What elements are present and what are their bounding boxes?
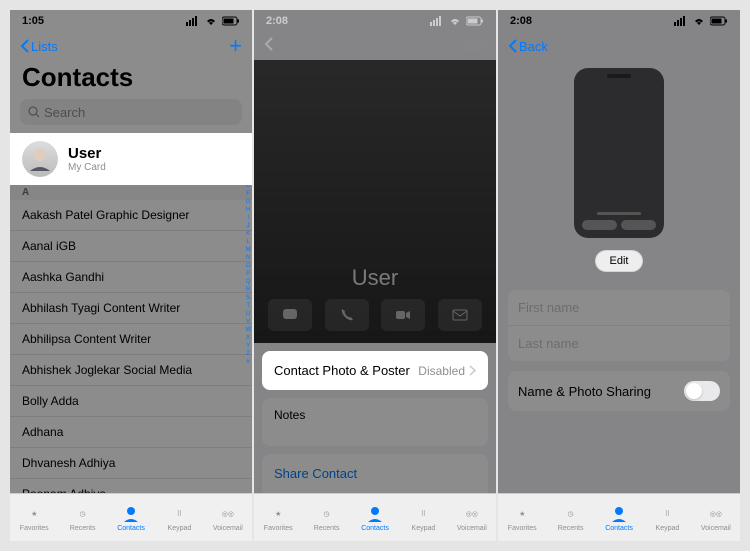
tab-favorites[interactable]: ★Favorites — [498, 494, 546, 541]
wifi-icon — [204, 16, 218, 26]
message-icon — [282, 307, 298, 323]
tab-contacts[interactable]: Contacts — [107, 494, 155, 541]
tab-recents[interactable]: ◷Recents — [302, 494, 350, 541]
tab-recents[interactable]: ◷Recents — [58, 494, 106, 541]
back-button[interactable]: Back — [508, 39, 548, 54]
edit-poster-button[interactable]: Edit — [595, 250, 644, 272]
status-indicators — [430, 16, 484, 26]
tab-favorites[interactable]: ★Favorites — [10, 494, 58, 541]
user-name: User — [68, 145, 106, 162]
notes-row[interactable]: Notes — [262, 398, 488, 446]
star-icon: ★ — [512, 504, 532, 524]
wifi-icon — [692, 16, 706, 26]
voicemail-icon: ◎◎ — [706, 504, 726, 524]
tab-voicemail[interactable]: ◎◎Voicemail — [448, 494, 496, 541]
voicemail-icon: ◎◎ — [218, 504, 238, 524]
voicemail-icon: ◎◎ — [462, 504, 482, 524]
star-icon: ★ — [268, 504, 288, 524]
back-button[interactable] — [264, 37, 273, 56]
contact-row[interactable]: Aanal iGB — [10, 231, 252, 262]
contact-row[interactable]: Poonam Adhiya — [10, 479, 252, 493]
contact-row[interactable]: Adhana — [10, 417, 252, 448]
contact-name: User — [352, 265, 398, 291]
contact-photo-poster-row[interactable]: Contact Photo & Poster Disabled — [262, 351, 488, 390]
tab-keypad[interactable]: ⠿Keypad — [155, 494, 203, 541]
my-card-row[interactable]: User My Card — [10, 133, 252, 185]
status-time: 2:08 — [266, 15, 288, 27]
sharing-toggle[interactable] — [684, 381, 720, 401]
tab-favorites[interactable]: ★Favorites — [254, 494, 302, 541]
chevron-left-icon — [508, 39, 517, 53]
video-icon — [395, 307, 411, 323]
contact-row[interactable]: Abhilash Tyagi Content Writer — [10, 293, 252, 324]
status-indicators — [674, 16, 728, 26]
message-button[interactable] — [268, 299, 312, 331]
battery-icon — [222, 16, 240, 26]
keypad-icon: ⠿ — [413, 504, 433, 524]
memoji-icon — [26, 145, 54, 173]
person-icon — [365, 504, 385, 524]
search-input[interactable]: Search — [20, 99, 242, 125]
star-icon: ★ — [24, 504, 44, 524]
chevron-left-icon — [264, 37, 273, 51]
add-contact-button[interactable]: + — [229, 33, 242, 59]
phone-icon — [339, 307, 355, 323]
clock-icon: ◷ — [317, 504, 337, 524]
share-contact-row[interactable]: Share Contact — [262, 454, 488, 493]
tab-contacts[interactable]: Contacts — [351, 494, 399, 541]
row-value: Disabled — [418, 364, 465, 378]
search-icon — [28, 106, 40, 118]
section-header: A — [10, 185, 252, 200]
tab-keypad[interactable]: ⠿Keypad — [643, 494, 691, 541]
tab-keypad[interactable]: ⠿Keypad — [399, 494, 447, 541]
signal-icon — [430, 16, 444, 26]
poster-preview[interactable] — [574, 68, 664, 238]
mail-button[interactable] — [438, 299, 482, 331]
back-lists-button[interactable]: Lists — [20, 39, 58, 54]
first-name-field[interactable]: First name — [508, 290, 730, 326]
chevron-left-icon — [20, 39, 29, 53]
tab-voicemail[interactable]: ◎◎Voicemail — [204, 494, 252, 541]
contact-row[interactable]: Aashka Gandhi — [10, 262, 252, 293]
toggle-label: Name & Photo Sharing — [518, 384, 651, 399]
keypad-icon: ⠿ — [657, 504, 677, 524]
mail-icon — [452, 307, 468, 323]
person-icon — [121, 504, 141, 524]
keypad-icon: ⠿ — [169, 504, 189, 524]
chevron-right-icon — [469, 365, 476, 376]
status-time: 2:08 — [510, 15, 532, 27]
page-title: Contacts — [10, 60, 252, 99]
video-button[interactable] — [381, 299, 425, 331]
contact-row[interactable]: Abhishek Joglekar Social Media — [10, 355, 252, 386]
tab-contacts[interactable]: Contacts — [595, 494, 643, 541]
signal-icon — [674, 16, 688, 26]
last-name-field[interactable]: Last name — [508, 326, 730, 361]
battery-icon — [710, 16, 728, 26]
contact-row[interactable]: Abhilipsa Content Writer — [10, 324, 252, 355]
tab-recents[interactable]: ◷Recents — [546, 494, 594, 541]
status-time: 1:05 — [22, 15, 44, 27]
person-icon — [609, 504, 629, 524]
row-label: Contact Photo & Poster — [274, 363, 410, 378]
call-button[interactable] — [325, 299, 369, 331]
user-sublabel: My Card — [68, 162, 106, 173]
contact-row[interactable]: Aakash Patel Graphic Designer — [10, 200, 252, 231]
clock-icon: ◷ — [561, 504, 581, 524]
contact-row[interactable]: Bolly Adda — [10, 386, 252, 417]
battery-icon — [466, 16, 484, 26]
wifi-icon — [448, 16, 462, 26]
tab-voicemail[interactable]: ◎◎Voicemail — [692, 494, 740, 541]
signal-icon — [186, 16, 200, 26]
edit-button[interactable]: Edit — [464, 39, 486, 54]
avatar — [22, 141, 58, 177]
status-indicators — [186, 16, 240, 26]
clock-icon: ◷ — [73, 504, 93, 524]
name-photo-sharing-row[interactable]: Name & Photo Sharing — [508, 371, 730, 411]
contact-row[interactable]: Dhvanesh Adhiya — [10, 448, 252, 479]
